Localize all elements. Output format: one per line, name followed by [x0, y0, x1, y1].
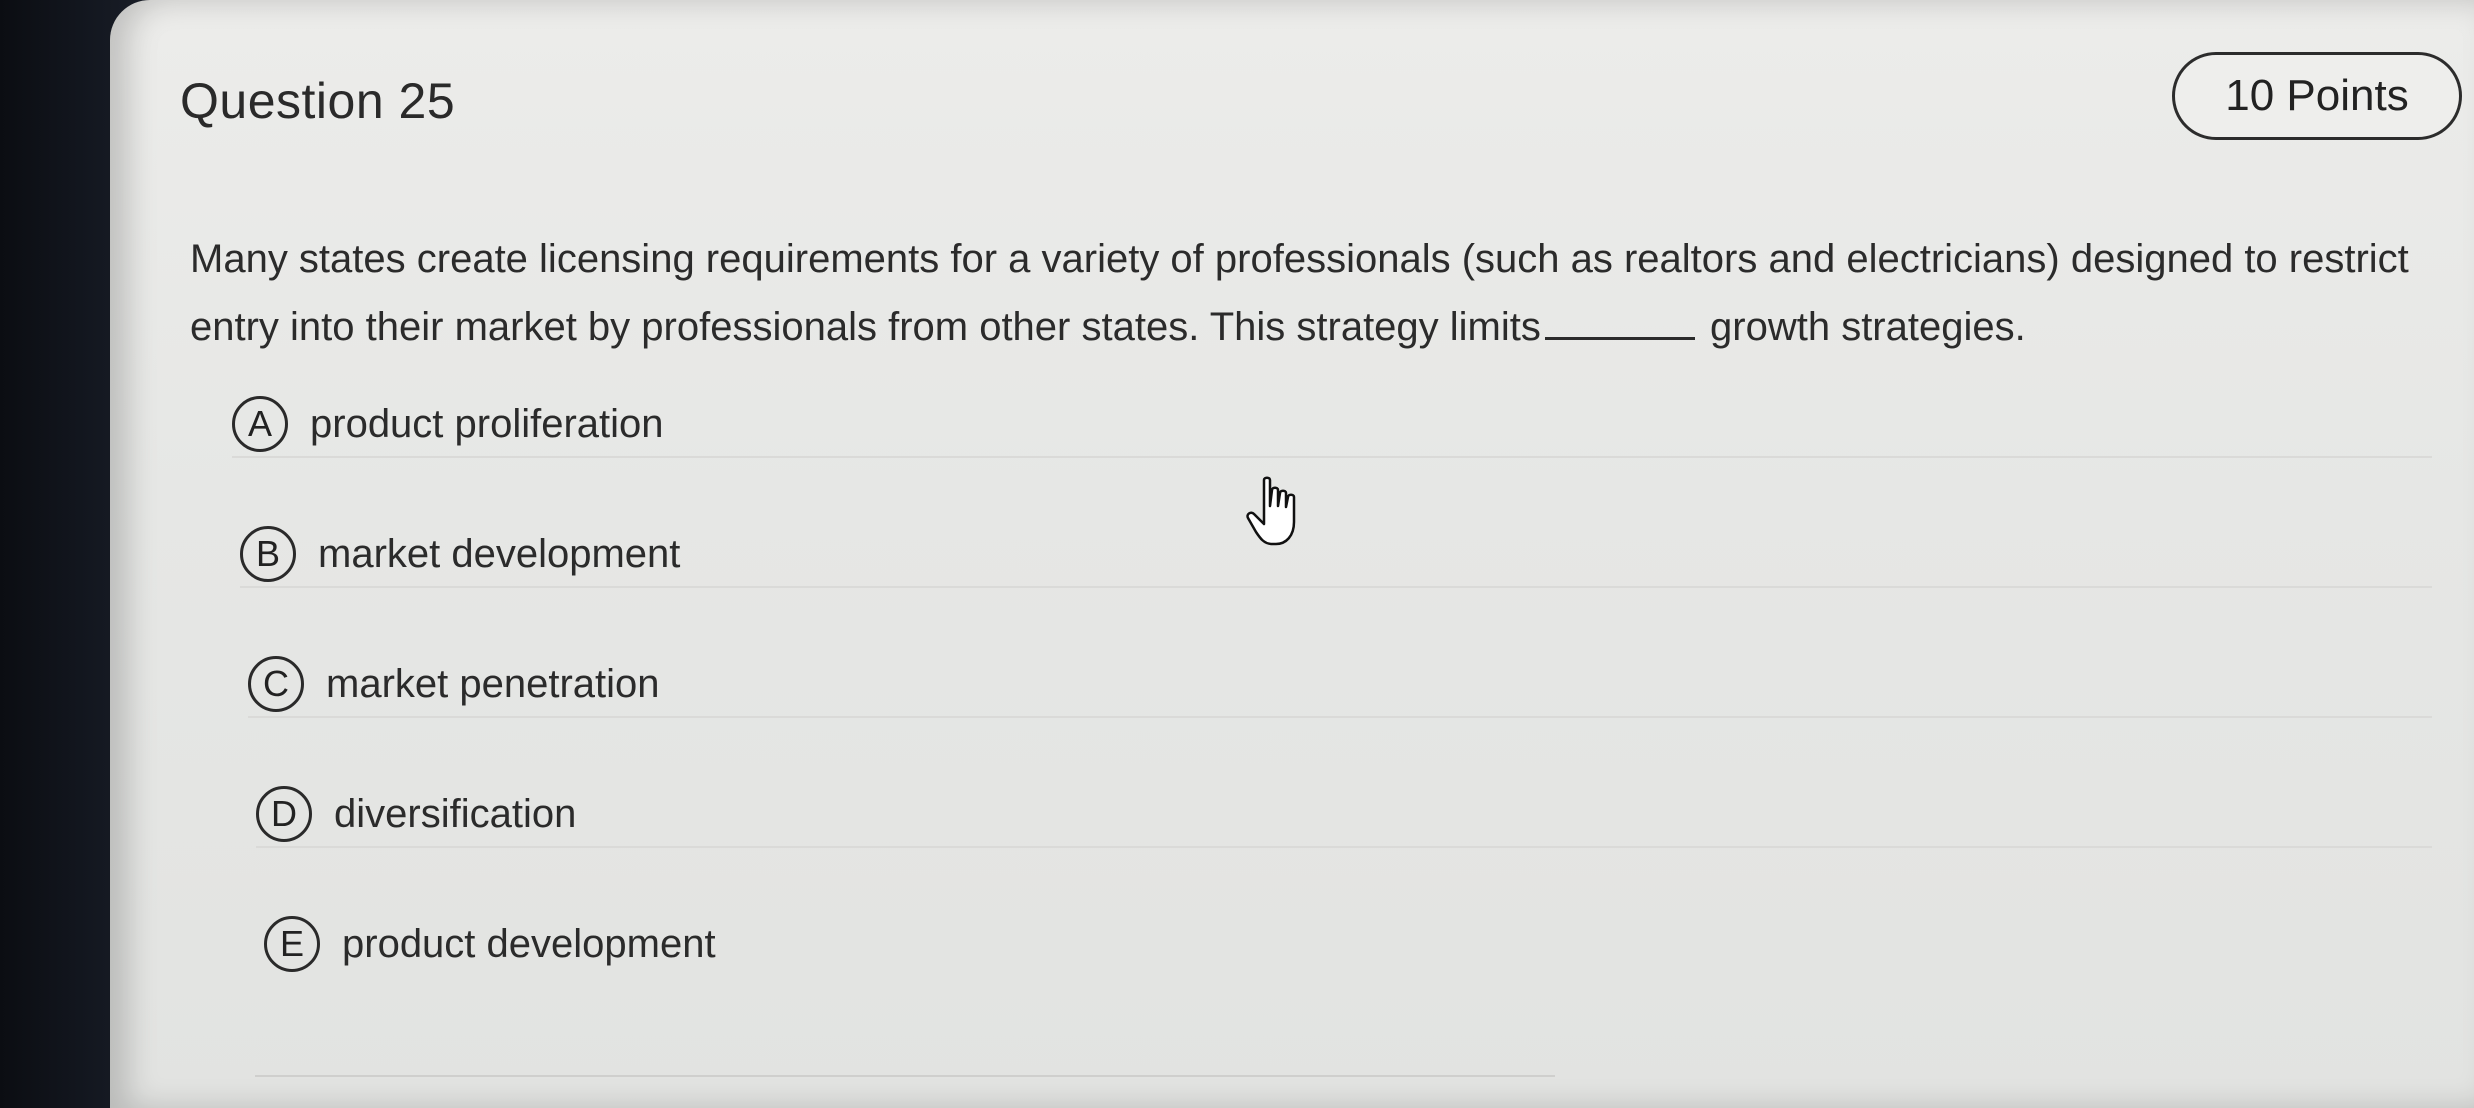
option-e-letter[interactable]: E [264, 916, 320, 972]
option-b-letter[interactable]: B [240, 526, 296, 582]
option-a[interactable]: A product proliferation [232, 392, 2432, 458]
answer-options: A product proliferation B market develop… [232, 392, 2432, 1040]
question-text-after: growth strategies. [1710, 305, 2026, 349]
option-a-label[interactable]: product proliferation [310, 402, 664, 447]
option-e[interactable]: E product development [264, 912, 2432, 976]
hand-pointer-icon [1246, 476, 1296, 546]
option-e-label[interactable]: product development [342, 922, 716, 967]
question-text-before: Many states create licensing requirement… [190, 237, 2409, 349]
option-c-letter[interactable]: C [248, 656, 304, 712]
option-a-letter[interactable]: A [232, 396, 288, 452]
option-d-label[interactable]: diversification [334, 792, 576, 837]
answer-blank [1544, 301, 1695, 340]
option-d[interactable]: D diversification [256, 782, 2432, 848]
option-b-label[interactable]: market development [318, 532, 680, 577]
points-badge: 10 Points [2172, 52, 2462, 140]
divider [255, 1075, 1555, 1077]
option-d-letter[interactable]: D [256, 786, 312, 842]
question-text: Many states create licensing requirement… [190, 225, 2430, 361]
question-title: Question 25 [180, 73, 456, 129]
option-c-label[interactable]: market penetration [326, 662, 660, 707]
option-c[interactable]: C market penetration [248, 652, 2432, 718]
option-b[interactable]: B market development [240, 522, 2432, 588]
